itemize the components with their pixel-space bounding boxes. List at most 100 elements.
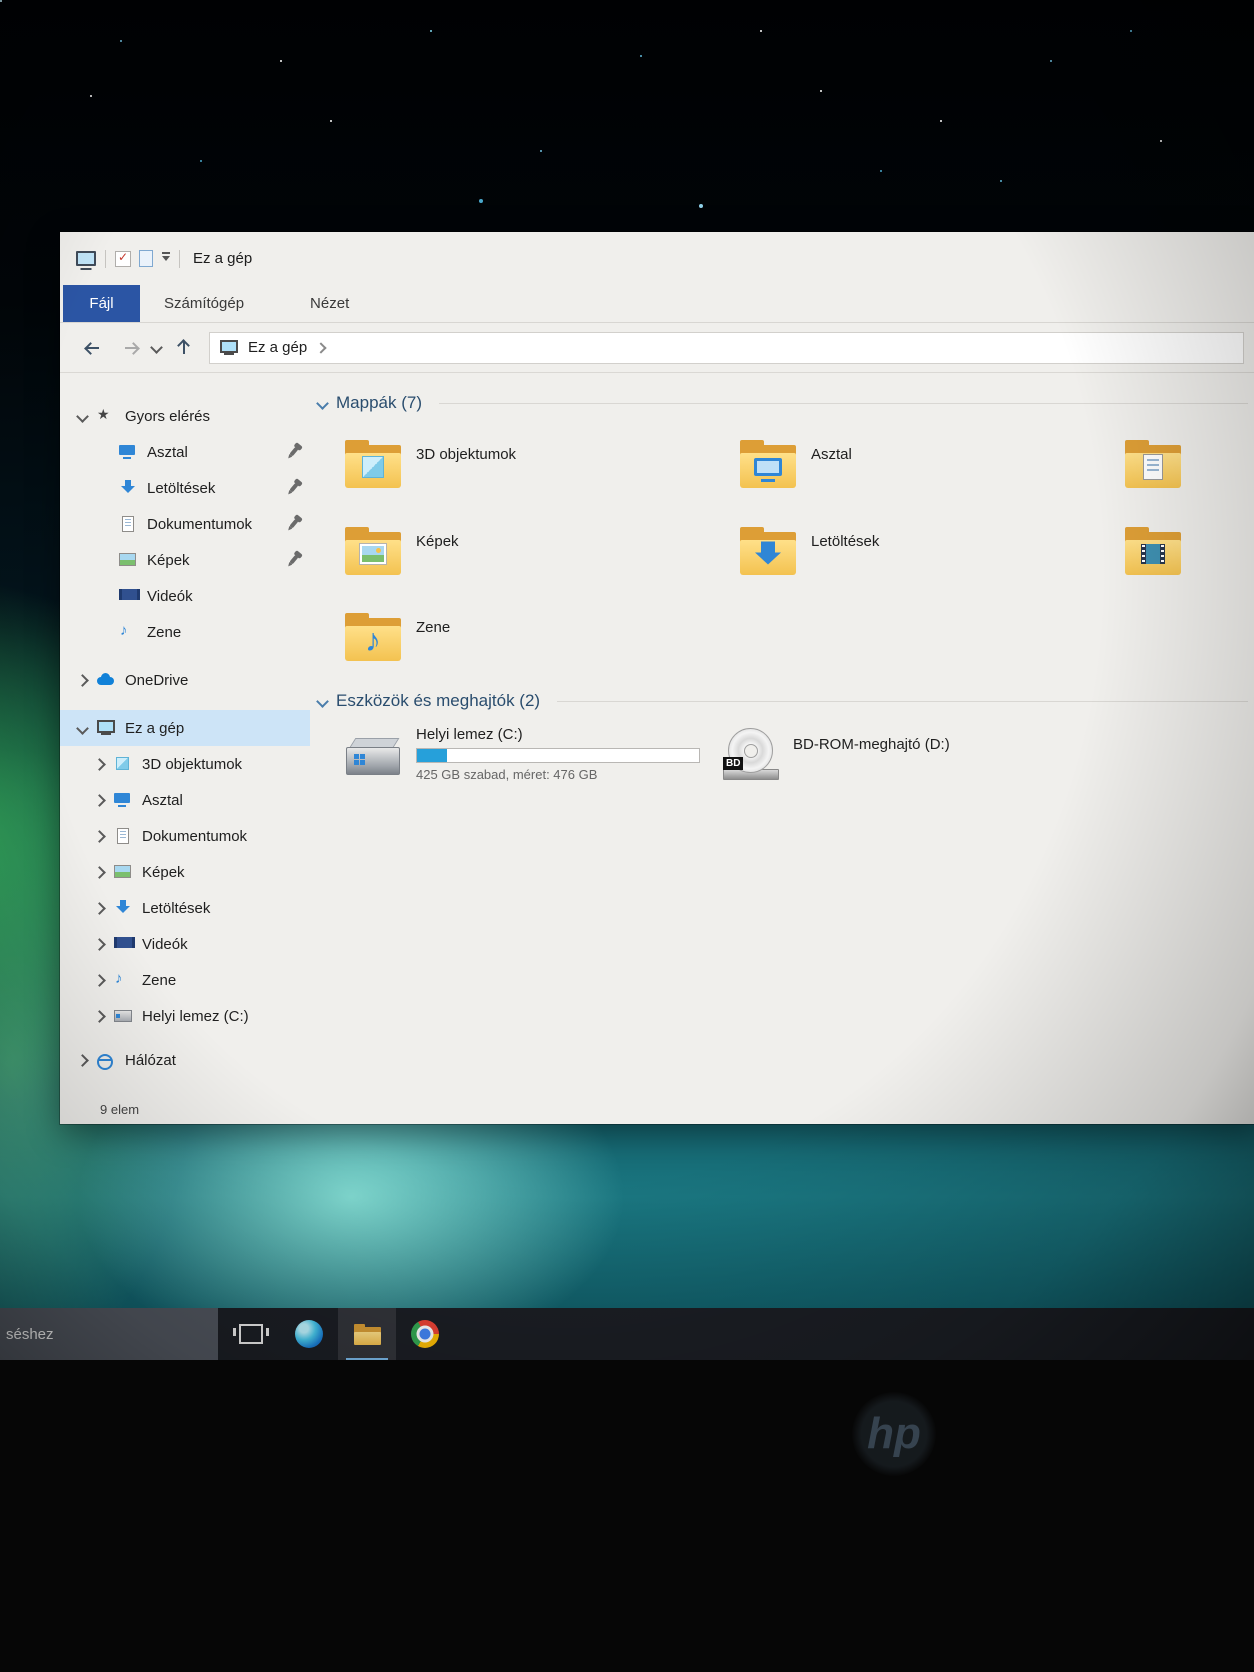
folder-icon-documents (1124, 438, 1182, 490)
group-divider (438, 402, 1248, 404)
breadcrumb[interactable]: Ez a gép (248, 339, 307, 356)
this-pc-icon (97, 720, 115, 736)
videos-icon (114, 936, 135, 952)
tab-file[interactable]: Fájl (63, 285, 140, 322)
hard-drive-icon (344, 736, 402, 788)
folder-tile-desktop[interactable]: Asztal (733, 432, 1113, 518)
desktop-icon (119, 445, 137, 461)
recent-locations-dropdown-icon[interactable] (150, 341, 163, 354)
ribbon-tabs: Fájl Számítógép Nézet (60, 285, 1254, 323)
quick-access-icon (97, 406, 115, 424)
folder-icon-downloads (739, 525, 797, 577)
task-view-button[interactable] (222, 1308, 280, 1360)
tab-computer[interactable]: Számítógép (140, 285, 268, 322)
back-button[interactable] (84, 340, 102, 356)
bd-badge: BD (723, 757, 744, 770)
sidebar-item-pc-documents[interactable]: Dokumentumok (60, 818, 310, 854)
sidebar-item-onedrive[interactable]: OneDrive (60, 662, 310, 698)
sidebar-item-network[interactable]: Hálózat (60, 1042, 310, 1078)
drive-tile-local-disk[interactable]: Helyi lemez (C:) 425 GB szabad, méret: 4… (338, 724, 718, 796)
drive-icon (114, 1008, 132, 1024)
chevron-right-icon[interactable] (93, 793, 106, 807)
folder-tile-downloads[interactable]: Letöltések (733, 519, 1113, 605)
sidebar-item-pc-downloads[interactable]: Letöltések (60, 890, 310, 926)
tab-view[interactable]: Nézet (286, 285, 373, 322)
address-bar[interactable]: Ez a gép (209, 331, 1244, 364)
network-icon (97, 1052, 115, 1070)
desktop-icon (114, 793, 132, 809)
bd-rom-drive-icon: BD (721, 728, 779, 780)
folder-icon-videos (1124, 525, 1182, 577)
chevron-right-icon[interactable] (76, 673, 89, 687)
this-pc-icon (220, 339, 238, 356)
chevron-right-icon[interactable] (93, 901, 106, 915)
sidebar-item-pc-videos[interactable]: Videók (60, 926, 310, 962)
chevron-right-icon[interactable] (93, 973, 106, 987)
folder-tile-pictures[interactable]: Képek (338, 519, 718, 605)
chevron-right-icon[interactable] (93, 937, 106, 951)
up-button[interactable] (176, 338, 192, 357)
forward-button[interactable] (122, 340, 140, 356)
sidebar-item-quick-access[interactable]: Gyors elérés (60, 398, 310, 434)
folder-tile-3d-objects[interactable]: 3D objektumok (338, 432, 718, 518)
devices-group-header[interactable]: Eszközök és meghajtók (2) (316, 688, 1248, 714)
sidebar-item-pc-music[interactable]: Zene (60, 962, 310, 998)
sidebar-item-downloads[interactable]: Letöltések (60, 470, 310, 506)
chevron-right-icon[interactable] (93, 829, 106, 843)
properties-icon[interactable] (115, 250, 131, 267)
sidebar-item-music[interactable]: Zene (60, 614, 310, 650)
pictures-icon (119, 552, 137, 568)
sidebar-item-pictures[interactable]: Képek (60, 542, 310, 578)
drive-tile-bd-rom[interactable]: BD BD-ROM-meghajtó (D:) (715, 724, 1095, 796)
folder-tile-videos[interactable] (1118, 519, 1254, 605)
chevron-right-icon[interactable] (93, 757, 106, 771)
sidebar-item-pc-pictures[interactable]: Képek (60, 854, 310, 890)
folder-icon-desktop (739, 438, 797, 490)
title-bar[interactable]: Ez a gép (60, 232, 1254, 285)
sidebar-item-this-pc[interactable]: Ez a gép (60, 710, 310, 746)
monitor-glyph-icon (754, 458, 782, 477)
devices-group-label: Eszközök és meghajtók (2) (336, 691, 541, 710)
sidebar-item-documents[interactable]: Dokumentumok (60, 506, 310, 542)
chevron-down-icon[interactable] (76, 721, 89, 735)
sidebar-item-pc-desktop[interactable]: Asztal (60, 782, 310, 818)
new-folder-icon[interactable] (139, 250, 153, 267)
windows-logo-icon (354, 754, 359, 759)
videos-icon (119, 588, 140, 604)
item-count: 9 elem (100, 1102, 140, 1117)
chevron-right-icon[interactable] (93, 865, 106, 879)
collapse-group-icon[interactable] (316, 396, 329, 410)
sidebar-item-3d-objects[interactable]: 3D objektumok (60, 746, 310, 782)
file-explorer-button[interactable] (338, 1308, 396, 1360)
chevron-right-icon[interactable] (76, 1053, 89, 1067)
folder-tile-documents[interactable] (1118, 432, 1254, 518)
document-glyph-icon (1143, 454, 1163, 481)
pin-icon (289, 446, 299, 457)
folders-group-header[interactable]: Mappák (7) (316, 390, 1248, 416)
capacity-bar (416, 748, 700, 763)
film-glyph-icon (1141, 544, 1165, 565)
chevron-right-icon[interactable] (315, 341, 327, 354)
sidebar-item-desktop[interactable]: Asztal (60, 434, 310, 470)
sidebar-item-local-disk[interactable]: Helyi lemez (C:) (60, 998, 310, 1034)
file-explorer-window: Ez a gép Fájl Számítógép Nézet Ez a gép (60, 232, 1254, 1124)
edge-icon (295, 1320, 323, 1348)
taskbar-search-box[interactable]: séshez (0, 1308, 218, 1360)
items-view: Mappák (7) 3D objektumok Asztal Képek Le… (310, 372, 1254, 1096)
edge-button[interactable] (280, 1308, 338, 1360)
drive-name: BD-ROM-meghajtó (D:) (793, 736, 950, 753)
chrome-button[interactable] (396, 1308, 454, 1360)
chevron-right-icon[interactable] (93, 1009, 106, 1023)
divider (179, 249, 180, 268)
chevron-down-icon[interactable] (76, 409, 89, 423)
navigation-pane: Gyors elérés Asztal Letöltések Dokumentu… (60, 372, 310, 1096)
laptop-screen: Ez a gép Fájl Számítógép Nézet Ez a gép (0, 0, 1254, 1360)
quick-access-toolbar-dropdown-icon[interactable] (162, 252, 170, 261)
collapse-group-icon[interactable] (316, 694, 329, 708)
drive-name: Helyi lemez (C:) (416, 726, 523, 743)
task-view-icon (233, 1324, 269, 1344)
folder-icon-music (344, 611, 402, 663)
pin-icon (289, 482, 299, 493)
folder-tile-music[interactable]: Zene (338, 605, 718, 691)
sidebar-item-videos[interactable]: Videók (60, 578, 310, 614)
